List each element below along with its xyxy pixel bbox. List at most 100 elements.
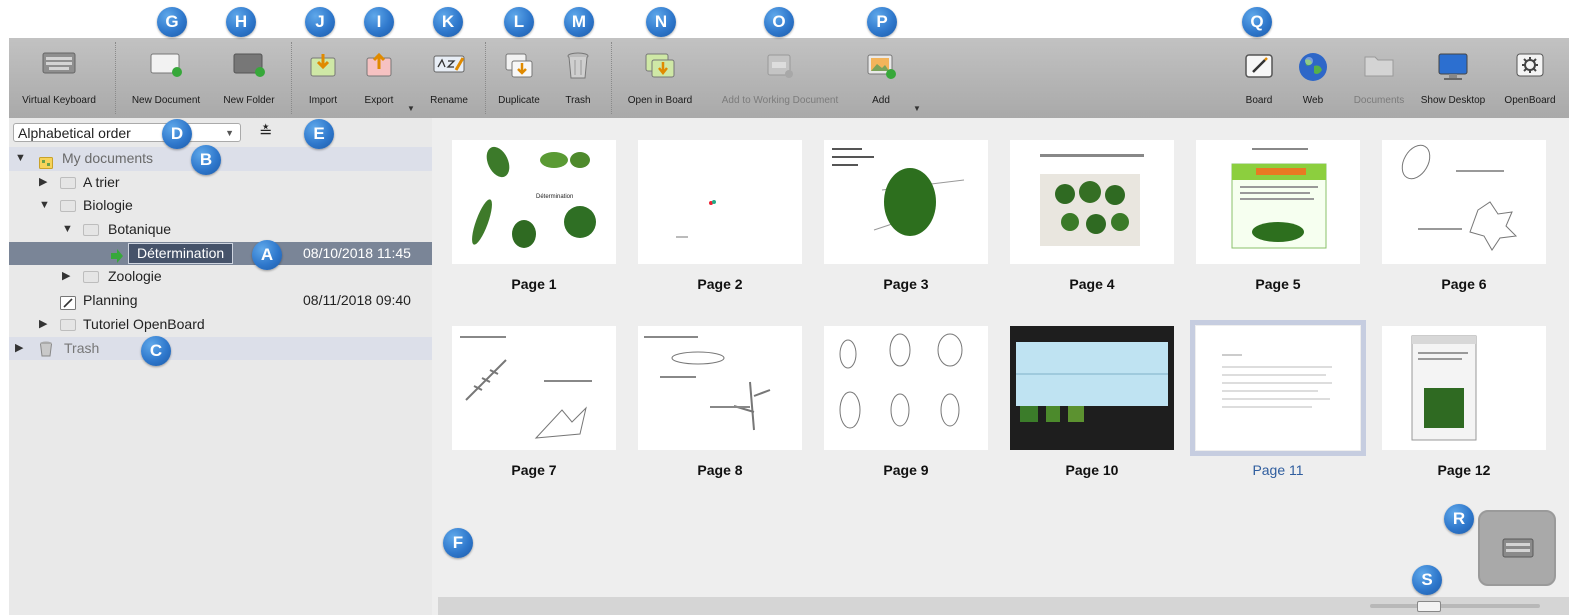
- tree-item-planning[interactable]: Planning 08/11/2018 09:40: [9, 289, 432, 313]
- page-thumbnail-6[interactable]: [1382, 140, 1546, 264]
- sort-direction-icon[interactable]: ≛: [259, 122, 272, 142]
- virtual-keyboard-button[interactable]: Virtual Keyboard: [9, 38, 109, 118]
- page-11-preview: [1222, 354, 1332, 408]
- tree-item-biologie[interactable]: ▼ Biologie: [9, 194, 432, 218]
- page-label-11: Page 11: [1252, 462, 1304, 478]
- expand-triangle-icon[interactable]: ▼: [62, 218, 73, 242]
- tree-item-botanique[interactable]: ▼ Botanique: [9, 218, 432, 242]
- zoom-slider-handle[interactable]: [1417, 601, 1441, 612]
- page-thumbnail-11[interactable]: [1190, 320, 1366, 456]
- page-thumbnail-12[interactable]: [1382, 326, 1546, 450]
- add-to-working-document-label: Add to Working Document: [721, 95, 839, 106]
- show-desktop-label: Show Desktop: [1420, 95, 1486, 106]
- import-button[interactable]: Import: [297, 38, 349, 118]
- import-label: Import: [308, 95, 338, 106]
- callout-p: P: [867, 7, 897, 37]
- add-dropdown-caret[interactable]: ▼: [913, 104, 921, 113]
- page-2-preview: [676, 200, 716, 238]
- tree-label: A trier: [83, 173, 120, 190]
- page-thumbnail-1[interactable]: Détermination: [452, 140, 616, 264]
- page-thumbnail-7[interactable]: [452, 326, 616, 450]
- openboard-label: OpenBoard: [1504, 95, 1556, 106]
- rename-icon: [433, 55, 465, 73]
- globe-icon: [1299, 53, 1327, 81]
- tree-item-determination[interactable]: Détermination 08/10/2018 11:45: [9, 241, 432, 266]
- tree-item-tutoriel-openboard[interactable]: ▶ Tutoriel OpenBoard: [9, 313, 432, 337]
- documents-button[interactable]: Documents: [1347, 38, 1411, 118]
- page-4-preview: [1040, 154, 1144, 246]
- callout-i: I: [364, 7, 394, 37]
- export-button[interactable]: Export: [349, 38, 409, 118]
- new-document-icon: [150, 53, 182, 77]
- trash-button[interactable]: Trash: [554, 38, 602, 118]
- page-thumbnail-8[interactable]: [638, 326, 802, 450]
- callout-m: M: [564, 7, 594, 37]
- page-thumbnail-5[interactable]: [1196, 140, 1360, 264]
- callout-e: E: [304, 119, 334, 149]
- board-button[interactable]: Board: [1233, 38, 1285, 118]
- expand-triangle-icon[interactable]: ▶: [39, 313, 47, 337]
- page-label-2: Page 2: [697, 276, 743, 292]
- document-date: 08/10/2018 11:45: [303, 244, 411, 261]
- page-thumbnail-10[interactable]: [1010, 326, 1174, 450]
- page-3-preview: [832, 148, 965, 236]
- web-button[interactable]: Web: [1289, 38, 1337, 118]
- folder-icon: [83, 271, 99, 284]
- callout-d: D: [162, 119, 192, 149]
- page-thumbnail-4[interactable]: [1010, 140, 1174, 264]
- page-label-9: Page 9: [883, 462, 929, 478]
- rename-button[interactable]: Rename: [421, 38, 477, 118]
- expand-triangle-icon[interactable]: ▶: [15, 337, 23, 361]
- add-label: Add: [872, 95, 890, 106]
- callout-b: B: [191, 145, 221, 175]
- openboard-button[interactable]: OpenBoard: [1495, 38, 1565, 118]
- page-9-preview: [839, 333, 963, 429]
- duplicate-button[interactable]: Duplicate: [489, 38, 549, 118]
- page-thumbnail-9[interactable]: [824, 326, 988, 450]
- callout-f: F: [443, 528, 473, 558]
- sort-order-value: Alphabetical order: [18, 125, 131, 141]
- duplicate-icon: [505, 53, 533, 78]
- thumbnail-zoom-slider[interactable]: [1370, 604, 1540, 608]
- new-document-button[interactable]: New Document: [122, 38, 210, 118]
- open-in-board-button[interactable]: Open in Board: [615, 38, 705, 118]
- page-10-preview: [1016, 342, 1168, 422]
- folder-icon: [60, 200, 76, 213]
- page-label-1: Page 1: [511, 276, 557, 292]
- page-5-preview: [1231, 148, 1327, 249]
- open-in-board-label: Open in Board: [627, 95, 693, 106]
- callout-n: N: [646, 7, 676, 37]
- export-label: Export: [364, 95, 394, 106]
- show-desktop-button[interactable]: Show Desktop: [1413, 38, 1493, 118]
- add-to-working-document-button[interactable]: Add to Working Document: [706, 38, 854, 118]
- expand-triangle-icon[interactable]: ▶: [62, 265, 70, 289]
- new-document-label: New Document: [131, 95, 201, 106]
- page-8-preview: [644, 336, 771, 431]
- tree-item-zoologie[interactable]: ▶ Zoologie: [9, 265, 432, 289]
- tree-label: My documents: [62, 150, 154, 166]
- expand-triangle-icon[interactable]: ▶: [39, 171, 47, 195]
- add-button[interactable]: Add: [855, 38, 907, 118]
- sort-order-select[interactable]: Alphabetical order ▼: [13, 123, 241, 142]
- expand-triangle-icon[interactable]: ▼: [39, 194, 50, 218]
- open-in-board-icon: [645, 53, 675, 78]
- export-dropdown-caret[interactable]: ▼: [407, 104, 415, 113]
- tree-item-a-trier[interactable]: ▶ A trier: [9, 171, 432, 195]
- page-label-5: Page 5: [1255, 276, 1301, 292]
- add-to-document-icon: [767, 54, 793, 78]
- page-label-3: Page 3: [883, 276, 929, 292]
- page-thumbnail-2[interactable]: [638, 140, 802, 264]
- toolbar-separator: [485, 42, 486, 114]
- keyboard-icon: [1502, 538, 1534, 558]
- page-label-8: Page 8: [697, 462, 743, 478]
- monitor-icon: [1438, 53, 1468, 80]
- new-folder-button[interactable]: New Folder: [211, 38, 287, 118]
- tree-label: Trash: [64, 339, 100, 356]
- toolbar-separator: [291, 42, 292, 114]
- floating-keyboard-button[interactable]: [1478, 510, 1556, 586]
- callout-q: Q: [1242, 7, 1272, 37]
- page-thumbnail-3[interactable]: [824, 140, 988, 264]
- tree-item-trash[interactable]: ▶ Trash: [9, 336, 432, 361]
- trash-label: Trash: [565, 95, 591, 106]
- expand-triangle-icon[interactable]: ▼: [15, 147, 26, 171]
